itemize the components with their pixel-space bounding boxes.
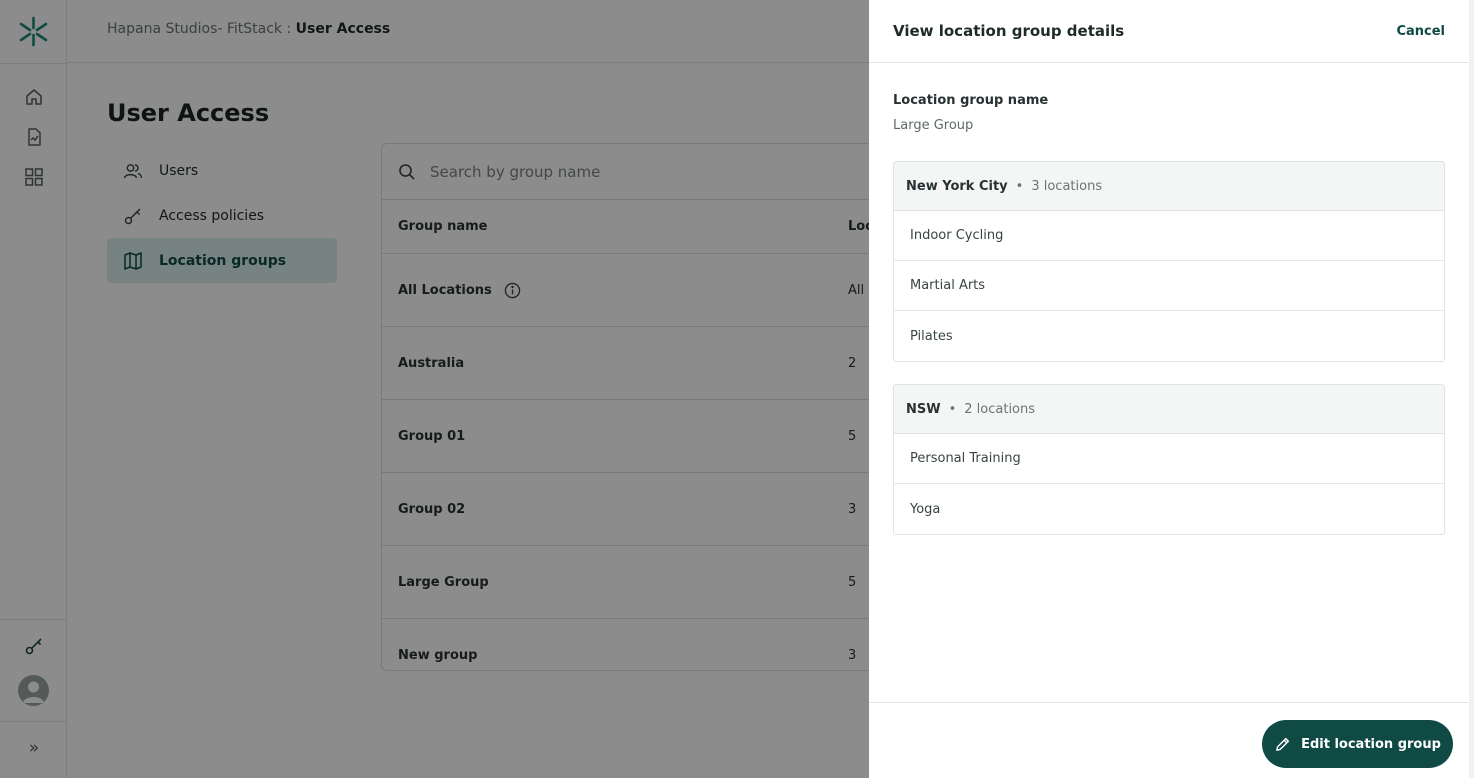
location-item: Indoor Cycling xyxy=(894,211,1444,261)
location-group-details-drawer: View location group details Cancel Locat… xyxy=(869,0,1469,778)
edit-button-label: Edit location group xyxy=(1301,736,1441,752)
separator-dot: • xyxy=(1015,178,1024,194)
region-name: New York City xyxy=(906,178,1008,194)
drawer-title: View location group details xyxy=(893,22,1125,40)
edit-location-group-button[interactable]: Edit location group xyxy=(1262,720,1453,768)
region-location-count: 3 locations xyxy=(1031,178,1103,194)
location-item: Martial Arts xyxy=(894,261,1444,311)
drawer-footer: Edit location group xyxy=(869,702,1469,778)
region-header: New York City • 3 locations xyxy=(894,162,1444,211)
pencil-icon xyxy=(1276,737,1290,751)
location-group-name-label: Location group name xyxy=(893,93,1049,108)
cancel-button[interactable]: Cancel xyxy=(1396,24,1445,39)
region-name: NSW xyxy=(906,401,941,417)
region-card-new-york-city: New York City • 3 locations Indoor Cycli… xyxy=(893,161,1445,362)
location-item: Yoga xyxy=(910,501,941,517)
separator-dot: • xyxy=(948,401,957,417)
location-group-name-value: Large Group xyxy=(893,118,974,133)
region-card-nsw: NSW • 2 locations Personal Training Yoga xyxy=(893,384,1445,535)
region-location-count: 2 locations xyxy=(964,401,1036,417)
location-item: Pilates xyxy=(910,328,953,344)
page-scrollbar[interactable] xyxy=(1469,0,1474,778)
location-item: Personal Training xyxy=(894,434,1444,484)
region-header: NSW • 2 locations xyxy=(894,385,1444,434)
drawer-header: View location group details Cancel xyxy=(869,0,1469,63)
